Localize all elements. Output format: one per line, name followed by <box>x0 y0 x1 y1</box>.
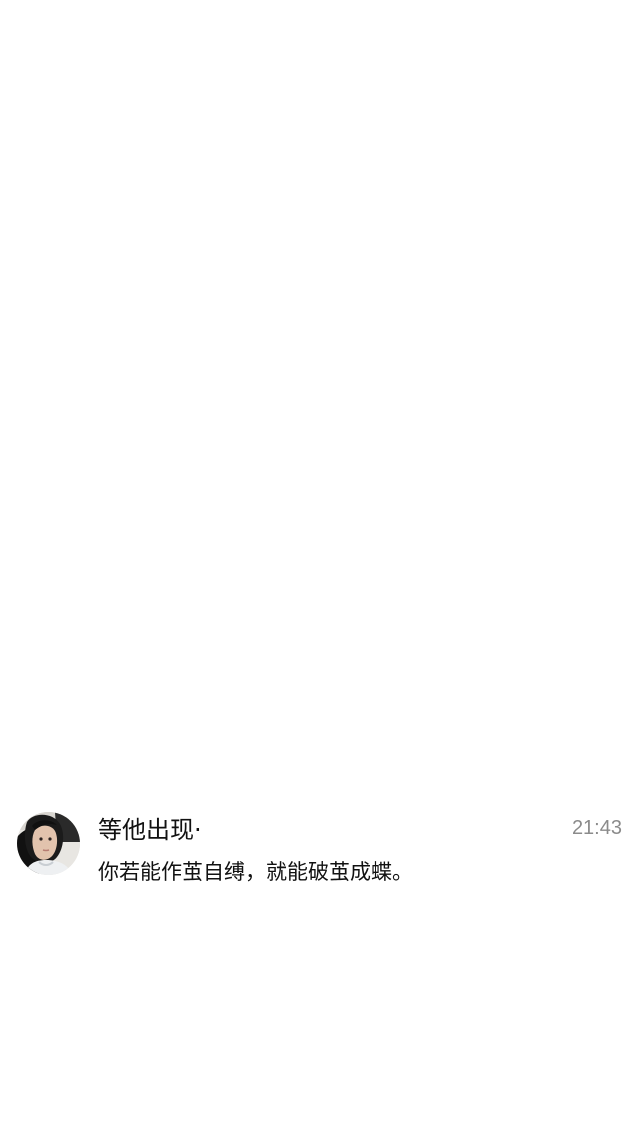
chat-list-item[interactable]: 等他出现· 21:43 你若能作茧自缚，就能破茧成蝶。 <box>0 806 640 890</box>
message-time: 21:43 <box>571 817 622 839</box>
chat-list-screen: 等他出现· 21:43 你若能作茧自缚，就能破茧成蝶。 <box>0 0 640 1138</box>
message-preview: 你若能作茧自缚，就能破茧成蝶。 <box>98 860 413 884</box>
contact-name: 等他出现· <box>98 816 202 844</box>
user-avatar-icon[interactable] <box>17 812 80 875</box>
